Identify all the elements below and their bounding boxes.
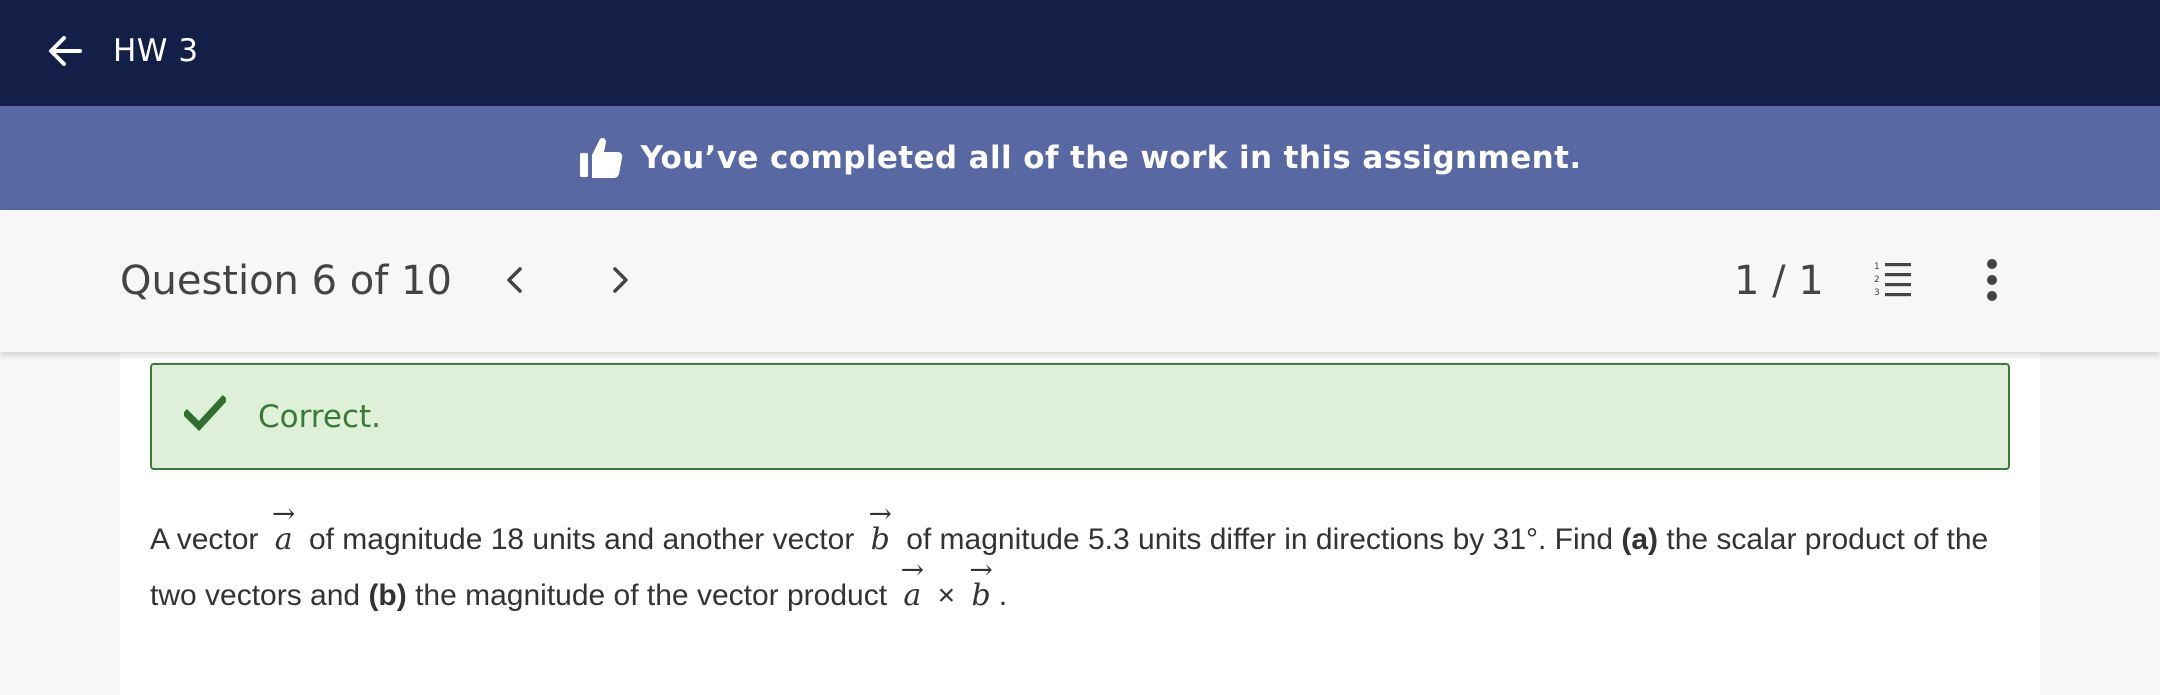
vector-b: b bbox=[963, 542, 998, 624]
question-list-button[interactable]: 1 2 3 bbox=[1868, 256, 1916, 304]
more-options-button[interactable] bbox=[1968, 254, 2016, 306]
numbered-list-icon: 1 2 3 bbox=[1874, 262, 1911, 298]
vector-a: a bbox=[895, 542, 929, 624]
vector-b: b bbox=[863, 486, 898, 568]
previous-question-button[interactable] bbox=[487, 252, 543, 308]
completion-banner: You’ve completed all of the work in this… bbox=[0, 106, 2160, 210]
svg-text:3: 3 bbox=[1874, 288, 1880, 298]
back-button[interactable] bbox=[36, 24, 92, 80]
part-a-label: (a) bbox=[1621, 523, 1659, 556]
question-nav-bar: Question 6 of 10 1 / 1 1 2 3 bbox=[0, 210, 2160, 352]
thumbs-up-icon bbox=[580, 138, 623, 178]
feedback-status: Correct. bbox=[258, 399, 382, 435]
next-question-button[interactable] bbox=[592, 252, 648, 308]
chevron-left-icon bbox=[507, 267, 522, 293]
question-text-part: the magnitude of the vector product bbox=[406, 579, 896, 612]
question-score: 1 / 1 bbox=[1734, 258, 1824, 304]
banner-message: You’ve completed all of the work in this… bbox=[640, 140, 1582, 176]
top-bar: HW 3 bbox=[0, 0, 2160, 106]
question-text-part: A vector bbox=[150, 523, 267, 556]
chevron-right-icon bbox=[613, 267, 628, 293]
question-text-part: of magnitude 5.3 units differ in directi… bbox=[897, 523, 1622, 556]
checkmark-icon bbox=[184, 395, 226, 431]
part-b-label: (b) bbox=[368, 579, 407, 612]
more-vertical-icon bbox=[1987, 259, 1997, 301]
svg-text:1: 1 bbox=[1874, 262, 1880, 272]
cross-product-symbol: × bbox=[929, 579, 964, 612]
question-counter: Question 6 of 10 bbox=[120, 258, 452, 304]
question-text-part: of magnitude 18 units and another vector bbox=[300, 523, 863, 556]
svg-text:2: 2 bbox=[1874, 275, 1880, 285]
question-text-part: . bbox=[998, 579, 1008, 612]
assignment-title: HW 3 bbox=[113, 33, 199, 69]
feedback-box: Correct. bbox=[150, 363, 2010, 470]
question-text: A vector a of magnitude 18 units and ano… bbox=[150, 486, 2030, 624]
vector-a: a bbox=[267, 486, 301, 568]
arrow-left-icon bbox=[49, 36, 82, 66]
